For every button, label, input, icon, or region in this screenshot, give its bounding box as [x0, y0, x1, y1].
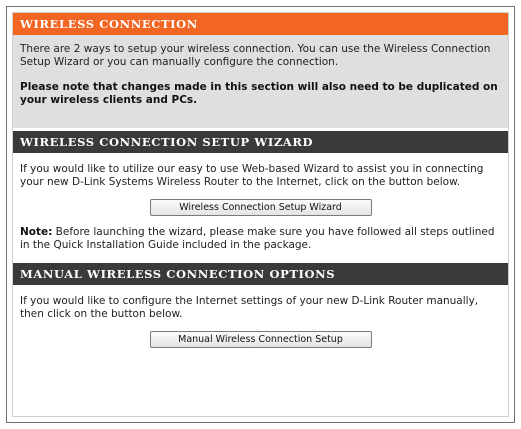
wizard-note: Note: Before launching the wizard, pleas…: [20, 226, 501, 252]
manual-button-row: Manual Wireless Connection Setup: [20, 331, 501, 348]
wizard-section-header: WIRELESS CONNECTION SETUP WIZARD: [13, 131, 508, 153]
manual-wireless-connection-setup-button[interactable]: Manual Wireless Connection Setup: [149, 331, 372, 348]
wizard-description: If you would like to utilize our easy to…: [20, 163, 484, 188]
manual-section-header: MANUAL WIRELESS CONNECTION OPTIONS: [13, 263, 508, 285]
wireless-connection-intro-text: There are 2 ways to setup your wireless …: [20, 43, 491, 68]
wizard-button-row: Wireless Connection Setup Wizard: [20, 199, 501, 216]
wireless-connection-setup-wizard-button[interactable]: Wireless Connection Setup Wizard: [149, 199, 372, 216]
wizard-note-text: Before launching the wizard, please make…: [20, 226, 495, 251]
wireless-connection-header: WIRELESS CONNECTION: [13, 13, 508, 35]
wizard-note-label: Note:: [20, 226, 53, 238]
wireless-connection-note: Please note that changes made in this se…: [20, 81, 498, 106]
screenshot-frame: WIRELESS CONNECTION There are 2 ways to …: [6, 6, 515, 423]
wireless-connection-intro-box: There are 2 ways to setup your wireless …: [13, 35, 508, 128]
wizard-section-body: If you would like to utilize our easy to…: [13, 153, 508, 260]
manual-description: If you would like to configure the Inter…: [20, 295, 479, 320]
manual-section-body: If you would like to configure the Inter…: [13, 285, 508, 366]
wireless-settings-panel: WIRELESS CONNECTION There are 2 ways to …: [12, 12, 509, 417]
